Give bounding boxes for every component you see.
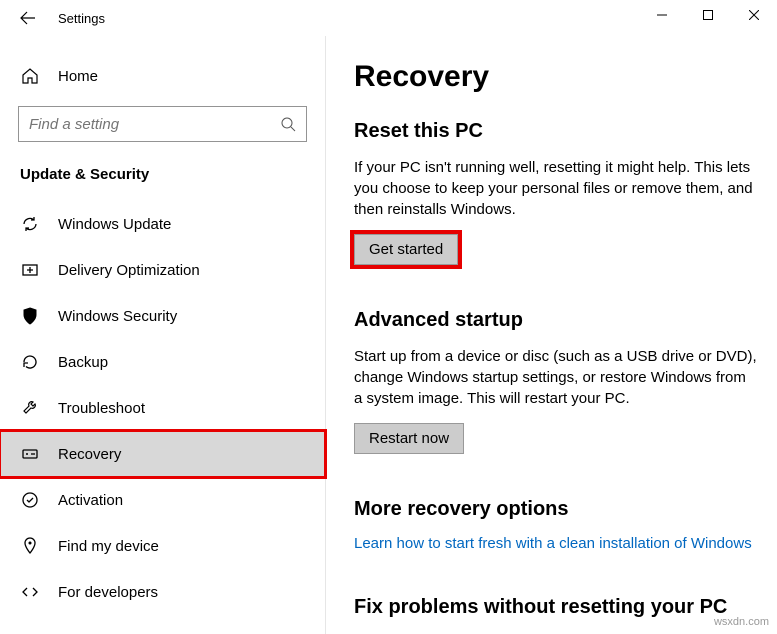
- search-box[interactable]: [18, 106, 307, 142]
- nav-label: Backup: [58, 354, 108, 371]
- nav-label: Windows Update: [58, 216, 171, 233]
- maximize-icon: [703, 10, 713, 20]
- window-title: Settings: [58, 11, 105, 26]
- reset-heading: Reset this PC: [354, 120, 757, 143]
- home-icon: [20, 66, 40, 86]
- check-circle-icon: [20, 490, 40, 510]
- arrow-left-icon: [20, 10, 36, 26]
- fix-heading: Fix problems without resetting your PC: [354, 596, 757, 619]
- search-icon: [280, 116, 296, 132]
- get-started-button[interactable]: Get started: [354, 234, 458, 265]
- nav-label: Windows Security: [58, 308, 177, 325]
- reset-section: Reset this PC If your PC isn't running w…: [354, 120, 757, 265]
- nav-label: Troubleshoot: [58, 400, 145, 417]
- fix-section: Fix problems without resetting your PC: [354, 596, 757, 619]
- recovery-icon: [20, 444, 40, 464]
- close-icon: [749, 10, 759, 20]
- nav-label: Activation: [58, 492, 123, 509]
- nav-for-developers[interactable]: For developers: [0, 569, 325, 615]
- advanced-heading: Advanced startup: [354, 309, 757, 332]
- wrench-icon: [20, 398, 40, 418]
- nav-label: Delivery Optimization: [58, 262, 200, 279]
- nav-label: For developers: [58, 584, 158, 601]
- maximize-button[interactable]: [685, 0, 731, 30]
- code-icon: [20, 582, 40, 602]
- search-input[interactable]: [29, 116, 280, 133]
- delivery-icon: [20, 260, 40, 280]
- nav-delivery-optimization[interactable]: Delivery Optimization: [0, 247, 325, 293]
- nav-troubleshoot[interactable]: Troubleshoot: [0, 385, 325, 431]
- content-pane: Recovery Reset this PC If your PC isn't …: [326, 36, 777, 634]
- nav-label: Find my device: [58, 538, 159, 555]
- nav-find-my-device[interactable]: Find my device: [0, 523, 325, 569]
- reset-body: If your PC isn't running well, resetting…: [354, 157, 757, 220]
- backup-icon: [20, 352, 40, 372]
- nav-label: Recovery: [58, 446, 121, 463]
- watermark: wsxdn.com: [714, 616, 769, 628]
- more-heading: More recovery options: [354, 498, 757, 521]
- minimize-button[interactable]: [639, 0, 685, 30]
- home-label: Home: [58, 68, 98, 85]
- window-controls: [639, 0, 777, 30]
- nav-list: Windows Update Delivery Optimization Win…: [0, 201, 325, 615]
- location-icon: [20, 536, 40, 556]
- category-heading: Update & Security: [0, 166, 325, 201]
- fresh-install-link[interactable]: Learn how to start fresh with a clean in…: [354, 535, 757, 552]
- more-section: More recovery options Learn how to start…: [354, 498, 757, 552]
- sidebar: Home Update & Security Windows Update De…: [0, 36, 326, 634]
- restart-now-button[interactable]: Restart now: [354, 423, 464, 454]
- back-button[interactable]: [16, 6, 40, 30]
- nav-activation[interactable]: Activation: [0, 477, 325, 523]
- home-nav[interactable]: Home: [0, 58, 325, 106]
- advanced-body: Start up from a device or disc (such as …: [354, 346, 757, 409]
- nav-recovery[interactable]: Recovery: [0, 431, 325, 477]
- shield-icon: [20, 306, 40, 326]
- page-title: Recovery: [354, 60, 757, 94]
- minimize-icon: [657, 10, 667, 20]
- nav-windows-update[interactable]: Windows Update: [0, 201, 325, 247]
- sync-icon: [20, 214, 40, 234]
- nav-windows-security[interactable]: Windows Security: [0, 293, 325, 339]
- close-button[interactable]: [731, 0, 777, 30]
- nav-backup[interactable]: Backup: [0, 339, 325, 385]
- advanced-section: Advanced startup Start up from a device …: [354, 309, 757, 454]
